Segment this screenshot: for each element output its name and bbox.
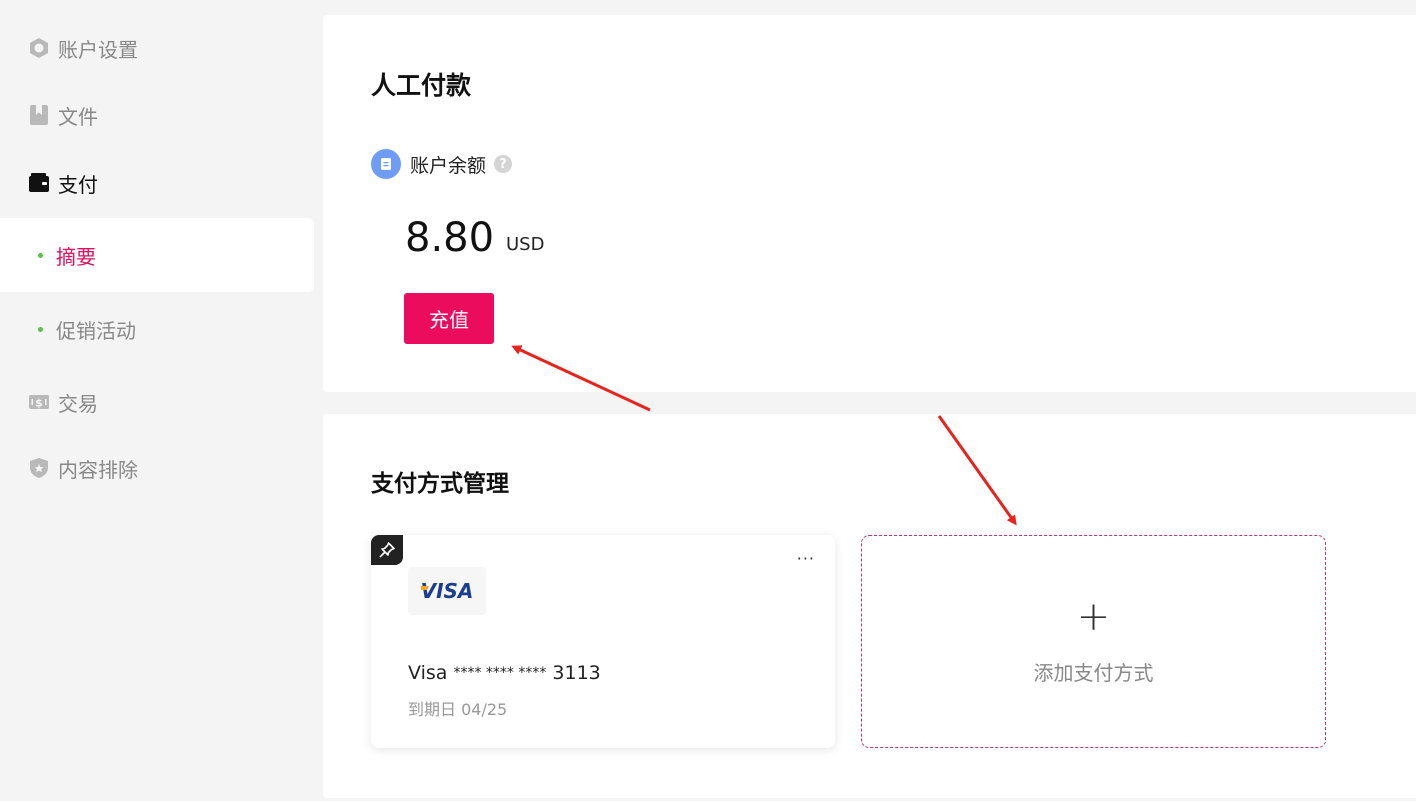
balance-amount: 8.80 xyxy=(405,215,495,261)
sidebar-subitem-summary[interactable]: 摘要 xyxy=(0,218,314,292)
help-icon[interactable]: ? xyxy=(494,155,513,173)
manual-payment-card: 人工付款 账户余额 ? 8.80 USD 充值 xyxy=(323,15,1416,392)
visa-logo: VISA xyxy=(408,567,486,615)
sidebar-item-content-exclusion[interactable]: 内容排除 xyxy=(0,448,314,488)
document-icon xyxy=(371,149,401,179)
sidebar-item-files[interactable]: 文件 xyxy=(0,95,314,135)
sidebar-item-label: 文件 xyxy=(58,104,98,129)
add-payment-method-button[interactable]: + 添加支付方式 xyxy=(861,535,1326,748)
pin-icon[interactable] xyxy=(371,535,403,565)
sidebar-subitem-label: 促销活动 xyxy=(56,318,136,343)
sidebar-item-label: 交易 xyxy=(58,391,98,416)
money-icon: $ xyxy=(28,391,50,413)
topup-button[interactable]: 充值 xyxy=(404,293,494,344)
sidebar-item-account-settings[interactable]: 账户设置 xyxy=(0,28,314,68)
section-title: 支付方式管理 xyxy=(371,471,509,497)
sidebar-item-label: 账户设置 xyxy=(58,37,138,62)
section-title: 人工付款 xyxy=(371,71,472,100)
svg-text:$: $ xyxy=(35,397,43,410)
balance-currency: USD xyxy=(506,234,545,255)
card-last4: 3113 xyxy=(552,662,601,684)
card-mask: **** **** **** xyxy=(453,665,547,681)
visa-brand-text: VISA xyxy=(421,579,474,603)
shield-icon xyxy=(28,457,50,479)
sidebar-item-transactions[interactable]: $ 交易 xyxy=(0,382,314,422)
payment-methods-card: 支付方式管理 ··· VISA Visa **** **** **** 3113… xyxy=(323,414,1416,798)
card-expiry: 到期日 04/25 xyxy=(408,700,508,719)
wallet-icon xyxy=(28,172,50,194)
bullet-dot xyxy=(38,326,43,332)
sidebar-item-payment[interactable]: 支付 xyxy=(0,163,314,203)
balance-label: 账户余额 xyxy=(410,154,487,177)
gear-icon xyxy=(28,37,50,59)
balance-row: 账户余额 ? xyxy=(371,149,513,179)
bullet-dot xyxy=(38,252,43,258)
sidebar-subitem-promotions[interactable]: 促销活动 xyxy=(0,292,314,366)
sidebar-item-label: 内容排除 xyxy=(58,457,138,482)
card-brand-name: Visa xyxy=(408,662,448,684)
plus-icon: + xyxy=(1076,594,1111,640)
add-payment-method-label: 添加支付方式 xyxy=(1033,661,1154,685)
sidebar: 账户设置 文件 支付 摘要 促销活动 $ 交易 内容排除 xyxy=(0,0,322,801)
sidebar-item-label: 支付 xyxy=(58,172,98,197)
card-number: Visa **** **** **** 3113 xyxy=(408,662,601,684)
file-icon xyxy=(28,104,50,126)
visa-card[interactable]: ··· VISA Visa **** **** **** 3113 到期日 04… xyxy=(371,535,835,748)
sidebar-subitem-label: 摘要 xyxy=(56,244,96,269)
more-options-icon[interactable]: ··· xyxy=(797,549,815,568)
